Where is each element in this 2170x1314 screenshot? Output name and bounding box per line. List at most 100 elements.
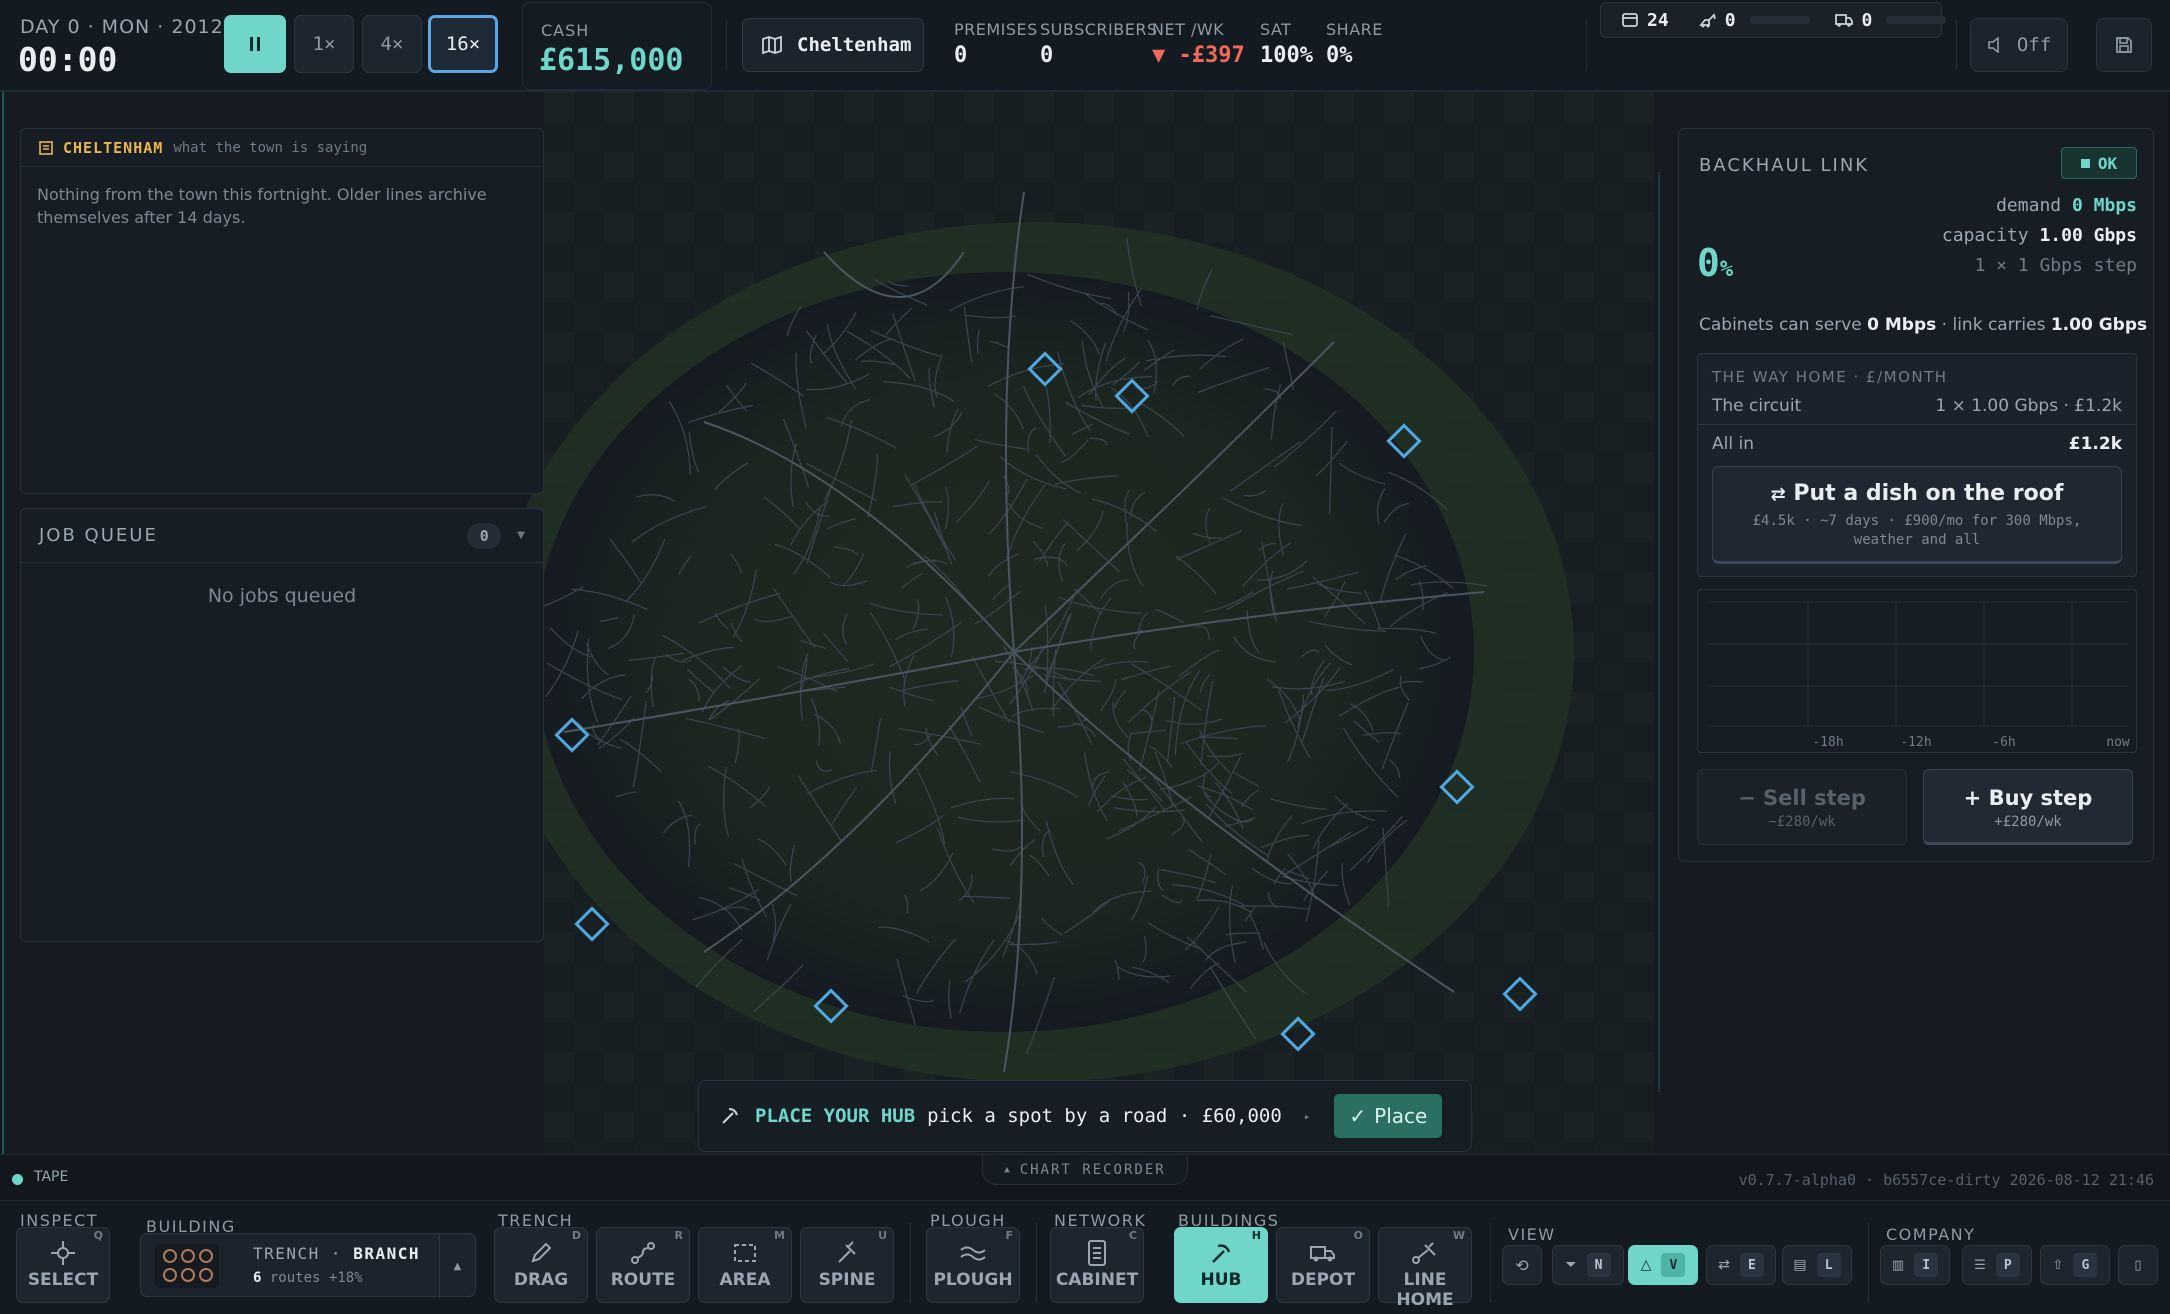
link-usage-chart-svg: -18h -12h -6h now bbox=[1708, 601, 2130, 750]
news-subtitle: what the town is saying bbox=[173, 139, 368, 156]
route-icon bbox=[597, 1238, 689, 1268]
circuit-label: The circuit bbox=[1712, 396, 1802, 416]
job-queue-empty: No jobs queued bbox=[207, 585, 357, 607]
company-plans-button[interactable]: ☰ P bbox=[1962, 1245, 2032, 1285]
stat-value: 0 bbox=[954, 43, 968, 68]
news-panel: CHELTENHAM what the town is saying Nothi… bbox=[20, 128, 544, 494]
shortcut-key: P bbox=[1995, 1253, 2020, 1277]
pause-button[interactable] bbox=[224, 15, 286, 73]
speed-4x-button[interactable]: 4× bbox=[362, 15, 422, 73]
job-queue-panel: JOB QUEUE 0 ▼ No jobs queued bbox=[20, 508, 544, 942]
step-note: 1 × 1 Gbps step bbox=[1974, 255, 2137, 276]
allin-label: All in bbox=[1712, 434, 1754, 454]
stat-value: 0% bbox=[1326, 43, 1353, 68]
chevron-right-icon: ▸ bbox=[1303, 1109, 1311, 1123]
stat-value: 100% bbox=[1260, 43, 1313, 68]
shortcut-key: F bbox=[1005, 1229, 1013, 1242]
save-button[interactable] bbox=[2096, 18, 2152, 72]
tool-cabinet[interactable]: C CABINET bbox=[1050, 1227, 1144, 1303]
chart-recorder-toggle[interactable]: ▲ CHART RECORDER bbox=[982, 1155, 1188, 1185]
tool-label: ROUTE bbox=[610, 1270, 676, 1290]
chevron-up-icon: ▲ bbox=[1004, 1164, 1012, 1175]
crews-count: 24 bbox=[1647, 9, 1669, 31]
game-date: DAY 0 · MON · 2012 bbox=[20, 16, 224, 38]
tool-label: SPINE bbox=[818, 1270, 876, 1290]
stat-value: 0 bbox=[1040, 43, 1054, 68]
chevron-up-icon[interactable]: ▲ bbox=[439, 1234, 475, 1298]
place-label: Place bbox=[1374, 1104, 1428, 1128]
backhaul-panel: BACKHAUL LINK OK demand 0 Mbps capacity … bbox=[1678, 128, 2154, 862]
bottom-toolbar: INSPECT BUILDING TRENCH PLOUGH NETWORK B… bbox=[0, 1200, 2170, 1314]
tool-drag[interactable]: D DRAG bbox=[494, 1227, 588, 1303]
put-dish-button[interactable]: ⇄ Put a dish on the roof £4.5k · ~7 days… bbox=[1712, 466, 2122, 564]
tool-area[interactable]: M AREA bbox=[698, 1227, 792, 1303]
building-routes: 6 bbox=[253, 1270, 262, 1286]
diggers-count: 0 bbox=[1724, 9, 1736, 31]
company-clipboard-button[interactable]: ▯ bbox=[2118, 1245, 2158, 1285]
tape-label[interactable]: TAPE bbox=[34, 1169, 68, 1185]
branch-pattern-icon bbox=[155, 1244, 219, 1288]
town-button[interactable]: Cheltenham bbox=[742, 18, 924, 72]
tool-label: DEPOT bbox=[1290, 1270, 1356, 1290]
tool-select[interactable]: Q SELECT bbox=[16, 1227, 110, 1303]
company-stats-button[interactable]: ▥ I bbox=[1880, 1245, 1950, 1285]
divider bbox=[910, 1223, 911, 1303]
speaker-icon bbox=[1988, 37, 1999, 53]
allin-row: All in £1.2k bbox=[1712, 434, 2122, 454]
swap-icon: ⇄ bbox=[1718, 1257, 1730, 1273]
job-queue-header[interactable]: JOB QUEUE 0 ▼ bbox=[21, 509, 543, 563]
plough-waves-icon bbox=[927, 1238, 1019, 1268]
tool-label: CABINET bbox=[1055, 1270, 1139, 1290]
terrain-icon: △ bbox=[1640, 1257, 1652, 1273]
shortcut-key: M bbox=[774, 1229, 785, 1242]
backhaul-title: BACKHAUL LINK bbox=[1699, 155, 1870, 176]
stat-satisfaction: SAT 100% bbox=[1260, 20, 1313, 68]
chevron-down-icon[interactable]: ▼ bbox=[517, 530, 525, 541]
view-exchange-button[interactable]: ⇄ E bbox=[1706, 1245, 1776, 1285]
chart-tick-label: -18h bbox=[1812, 735, 1843, 750]
stat-label: SHARE bbox=[1326, 20, 1383, 39]
top-bar: DAY 0 · MON · 2012 00:00 1× 4× 16× CASH … bbox=[0, 0, 2170, 92]
news-title: CHELTENHAM bbox=[63, 138, 164, 157]
tool-label: DRAG bbox=[513, 1270, 569, 1290]
shortcut-key: I bbox=[1914, 1253, 1939, 1277]
sound-toggle[interactable]: Off bbox=[1970, 18, 2068, 72]
buy-step-button[interactable]: + Buy step +£280/wk bbox=[1923, 769, 2133, 845]
serve-line: Cabinets can serve 0 Mbps · link carries… bbox=[1699, 315, 2147, 335]
upload-icon: ⇧ bbox=[2052, 1257, 2064, 1273]
way-home-title: THE WAY HOME · £/MONTH bbox=[1712, 368, 1948, 386]
tool-plough[interactable]: F PLOUGH bbox=[926, 1227, 1020, 1303]
view-reset-button[interactable]: ⟲ bbox=[1502, 1245, 1542, 1285]
crosshair-icon bbox=[17, 1238, 109, 1268]
tool-label: AREA bbox=[719, 1270, 771, 1290]
building-submode: BRANCH bbox=[353, 1244, 420, 1263]
pencil-icon bbox=[495, 1238, 587, 1268]
view-network-button[interactable]: ⏷ N bbox=[1552, 1245, 1624, 1285]
hub-icon bbox=[1175, 1238, 1267, 1268]
place-hub-button[interactable]: ✓ Place bbox=[1334, 1094, 1443, 1138]
company-goals-button[interactable]: ⇧ G bbox=[2040, 1245, 2110, 1285]
divider bbox=[1956, 20, 1957, 70]
building-routes-line: 6 routes +18% bbox=[253, 1270, 363, 1286]
shortcut-key: U bbox=[878, 1229, 887, 1242]
vans-count: 0 bbox=[1861, 9, 1873, 31]
tool-route[interactable]: R ROUTE bbox=[596, 1227, 690, 1303]
view-terrain-button[interactable]: △ V bbox=[1628, 1245, 1698, 1285]
speed-16x-button[interactable]: 16× bbox=[428, 15, 498, 73]
tool-line-home[interactable]: W LINE HOME bbox=[1378, 1227, 1472, 1310]
shortcut-key: W bbox=[1452, 1229, 1465, 1242]
tool-spine[interactable]: U SPINE bbox=[800, 1227, 894, 1303]
way-home-box: THE WAY HOME · £/MONTH The circuit 1 × 1… bbox=[1697, 353, 2137, 577]
sell-step-button[interactable]: − Sell step −£280/wk bbox=[1697, 769, 1907, 845]
utilization-value: 0% bbox=[1697, 241, 1733, 285]
tool-depot[interactable]: O DEPOT bbox=[1276, 1227, 1370, 1303]
divider bbox=[726, 20, 727, 70]
building-mode-selector[interactable]: TRENCH · BRANCH 6 routes +18% ▲ bbox=[140, 1233, 476, 1298]
pickaxe-icon bbox=[722, 1108, 738, 1124]
tool-hub[interactable]: H HUB bbox=[1174, 1227, 1268, 1303]
allin-value: £1.2k bbox=[2068, 434, 2122, 454]
van-icon bbox=[1834, 14, 1853, 27]
speed-1x-button[interactable]: 1× bbox=[294, 15, 354, 73]
utilization-unit: % bbox=[1719, 257, 1734, 282]
view-layers-button[interactable]: ▤ L bbox=[1782, 1245, 1852, 1285]
